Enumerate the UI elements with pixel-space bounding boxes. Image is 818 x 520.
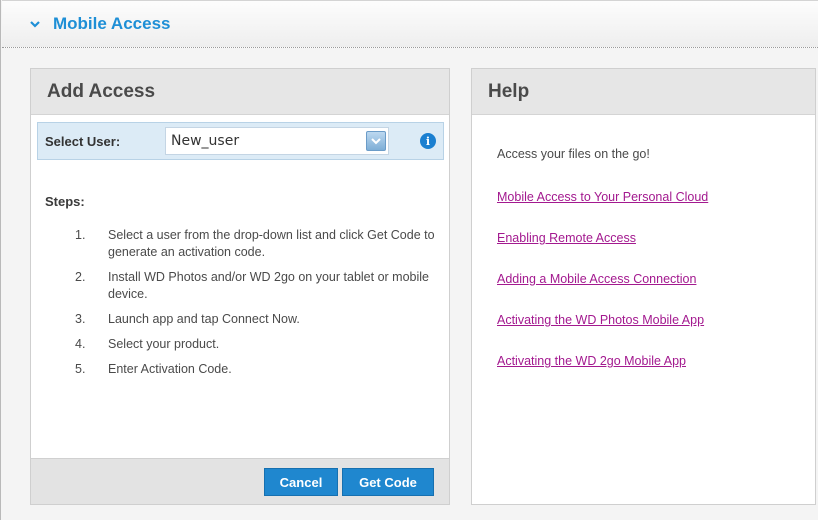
step-text: Select a user from the drop-down list an… (108, 228, 435, 259)
step-text: Enter Activation Code. (108, 362, 232, 376)
cancel-button[interactable]: Cancel (264, 468, 338, 496)
step-item: 3. Launch app and tap Connect Now. (75, 311, 435, 328)
step-item: 5. Enter Activation Code. (75, 361, 435, 378)
steps-list: 1. Select a user from the drop-down list… (75, 227, 435, 386)
section-title: Mobile Access (53, 14, 171, 33)
help-link-item: Activating the WD 2go Mobile App (497, 350, 708, 391)
steps-title: Steps: (45, 194, 85, 209)
step-item: 1. Select a user from the drop-down list… (75, 227, 435, 261)
help-link-personal-cloud[interactable]: Mobile Access to Your Personal Cloud (497, 190, 708, 204)
help-link-add-connection[interactable]: Adding a Mobile Access Connection (497, 272, 696, 286)
step-number: 4. (75, 337, 86, 351)
help-link-wd-2go[interactable]: Activating the WD 2go Mobile App (497, 354, 686, 368)
add-access-title: Add Access (31, 69, 449, 115)
add-access-panel: Add Access Select User: New_user i Steps… (30, 68, 450, 505)
step-number: 2. (75, 270, 86, 284)
help-link-remote-access[interactable]: Enabling Remote Access (497, 231, 636, 245)
step-number: 3. (75, 312, 86, 326)
info-icon[interactable]: i (420, 133, 436, 149)
help-link-item: Activating the WD Photos Mobile App (497, 309, 708, 350)
help-link-item: Enabling Remote Access (497, 227, 708, 268)
select-user-dropdown[interactable]: New_user (165, 127, 389, 155)
help-title: Help (472, 69, 815, 115)
help-panel: Help Access your files on the go! Mobile… (471, 68, 816, 505)
app-frame: Mobile Access Add Access Select User: Ne… (0, 0, 818, 520)
help-link-item: Adding a Mobile Access Connection (497, 268, 708, 309)
dropdown-arrow-icon[interactable] (366, 131, 386, 151)
add-access-footer: Cancel Get Code (31, 458, 449, 504)
step-text: Launch app and tap Connect Now. (108, 312, 300, 326)
step-text: Select your product. (108, 337, 220, 351)
step-number: 5. (75, 362, 86, 376)
select-user-value: New_user (171, 133, 240, 149)
get-code-button[interactable]: Get Code (342, 468, 434, 496)
help-links: Mobile Access to Your Personal Cloud Ena… (497, 186, 708, 391)
help-link-wd-photos[interactable]: Activating the WD Photos Mobile App (497, 313, 704, 327)
help-link-item: Mobile Access to Your Personal Cloud (497, 186, 708, 227)
help-intro: Access your files on the go! (497, 147, 650, 161)
step-item: 2. Install WD Photos and/or WD 2go on yo… (75, 269, 435, 303)
step-text: Install WD Photos and/or WD 2go on your … (108, 270, 429, 301)
select-user-label: Select User: (45, 133, 121, 149)
step-number: 1. (75, 228, 86, 242)
select-user-row: Select User: New_user i (37, 122, 444, 160)
section-header[interactable]: Mobile Access (2, 0, 818, 48)
step-item: 4. Select your product. (75, 336, 435, 353)
chevron-down-icon[interactable] (26, 15, 44, 33)
